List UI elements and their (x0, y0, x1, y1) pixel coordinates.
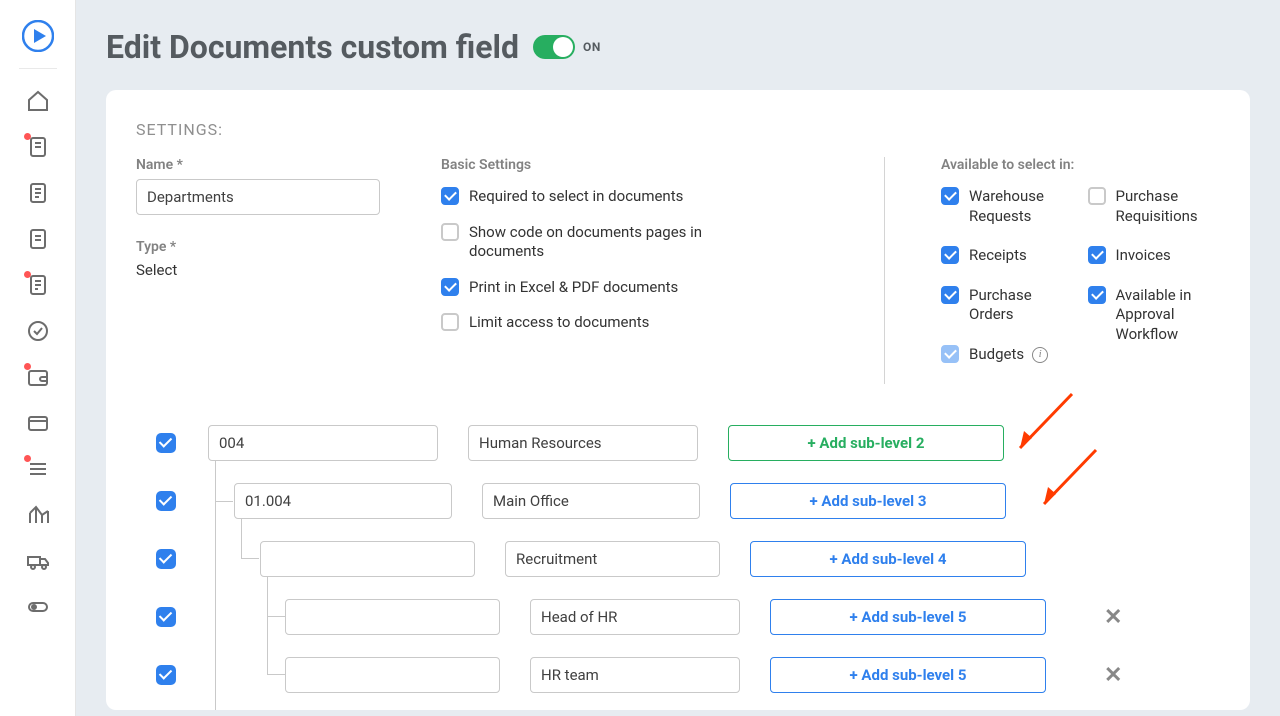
available-title: Available to select in: (941, 157, 1220, 173)
list-icon[interactable] (26, 457, 50, 481)
document-alt-icon[interactable] (26, 227, 50, 251)
page-title: Edit Documents custom field (106, 28, 519, 66)
table-row: + Add sub-level 4 (136, 530, 1220, 588)
row-checkbox[interactable] (156, 607, 176, 627)
row-checkbox[interactable] (156, 433, 176, 453)
receipt-icon[interactable] (26, 273, 50, 297)
name-label: Name * (136, 157, 441, 173)
add-sublevel-button[interactable]: + Add sub-level 2 (728, 425, 1004, 461)
print-label: Print in Excel & PDF documents (469, 278, 678, 298)
delete-row-icon[interactable]: ✕ (1104, 663, 1122, 688)
table-row: + Add sub-level 5 ✕ (136, 646, 1220, 704)
title-row: Edit Documents custom field ON (106, 28, 1250, 66)
show-code-label: Show code on documents pages in document… (469, 223, 709, 262)
pr-checkbox[interactable] (1088, 187, 1106, 205)
print-checkbox[interactable] (441, 278, 459, 296)
add-sublevel-button[interactable]: + Add sub-level 4 (750, 541, 1026, 577)
code-input[interactable] (285, 599, 500, 635)
value-input[interactable] (530, 599, 740, 635)
budgets-label: Budgetsi (969, 345, 1048, 365)
section-title: SETTINGS: (136, 120, 1220, 139)
document-list-icon[interactable] (26, 135, 50, 159)
type-value: Select (136, 261, 441, 279)
show-code-checkbox[interactable] (441, 223, 459, 241)
table-row: + Add sub-level 5 ✕ (136, 588, 1220, 646)
workflow-checkbox[interactable] (1088, 286, 1106, 304)
hierarchy-tree: + Add sub-level 2 + Add sub-level 3 + Ad (136, 414, 1220, 710)
truck-icon[interactable] (26, 549, 50, 573)
warehouse-label: Warehouse Requests (969, 187, 1074, 226)
code-input[interactable] (260, 541, 475, 577)
sidebar (0, 0, 76, 716)
table-row: + Add sub-level 3 ✕ (136, 704, 1220, 710)
basic-settings-title: Basic Settings (441, 157, 842, 173)
main-content: Edit Documents custom field ON SETTINGS:… (76, 0, 1280, 716)
row-checkbox[interactable] (156, 665, 176, 685)
card-icon[interactable] (26, 411, 50, 435)
settings-card: SETTINGS: Name * Type * Select Basic Set… (106, 90, 1250, 710)
wallet-icon[interactable] (26, 365, 50, 389)
toggle-label: ON (583, 40, 601, 54)
basic-settings-column: Basic Settings Required to select in doc… (441, 157, 884, 384)
value-input[interactable] (505, 541, 720, 577)
po-checkbox[interactable] (941, 286, 959, 304)
analytics-icon[interactable] (26, 503, 50, 527)
workflow-label: Available in Approval Workflow (1116, 286, 1221, 345)
value-input[interactable] (530, 657, 740, 693)
sidebar-divider (19, 68, 57, 69)
code-input[interactable] (234, 483, 452, 519)
info-icon[interactable]: i (1032, 347, 1048, 363)
po-label: Purchase Orders (969, 286, 1074, 325)
value-input[interactable] (482, 483, 700, 519)
code-input[interactable] (208, 425, 438, 461)
pr-label: Purchase Requisitions (1116, 187, 1221, 226)
row-checkbox[interactable] (156, 549, 176, 569)
warehouse-checkbox[interactable] (941, 187, 959, 205)
value-input[interactable] (468, 425, 698, 461)
app-logo[interactable] (22, 20, 54, 52)
budgets-checkbox[interactable] (941, 345, 959, 363)
add-sublevel-button[interactable]: + Add sub-level 5 (770, 657, 1046, 693)
settings-name-type-column: Name * Type * Select (136, 157, 441, 384)
add-sublevel-button[interactable]: + Add sub-level 5 (770, 599, 1046, 635)
type-label: Type * (136, 239, 441, 255)
delete-row-icon[interactable]: ✕ (1104, 605, 1122, 630)
available-column: Available to select in: Warehouse Reques… (884, 157, 1220, 384)
required-label: Required to select in documents (469, 187, 683, 207)
field-enabled-toggle[interactable] (533, 35, 575, 59)
code-input[interactable] (285, 657, 500, 693)
limit-label: Limit access to documents (469, 313, 649, 333)
required-checkbox[interactable] (441, 187, 459, 205)
settings-top-row: Name * Type * Select Basic Settings Requ… (136, 157, 1220, 384)
limit-checkbox[interactable] (441, 313, 459, 331)
table-row: + Add sub-level 2 (136, 414, 1220, 472)
receipts-checkbox[interactable] (941, 246, 959, 264)
name-input[interactable] (136, 179, 380, 215)
invoices-label: Invoices (1116, 246, 1171, 266)
table-row: + Add sub-level 3 (136, 472, 1220, 530)
row-checkbox[interactable] (156, 491, 176, 511)
approval-icon[interactable] (26, 319, 50, 343)
home-icon[interactable] (26, 89, 50, 113)
document-icon[interactable] (26, 181, 50, 205)
add-sublevel-button[interactable]: + Add sub-level 3 (730, 483, 1006, 519)
invoices-checkbox[interactable] (1088, 246, 1106, 264)
receipts-label: Receipts (969, 246, 1027, 266)
toggle-icon[interactable] (26, 595, 50, 619)
